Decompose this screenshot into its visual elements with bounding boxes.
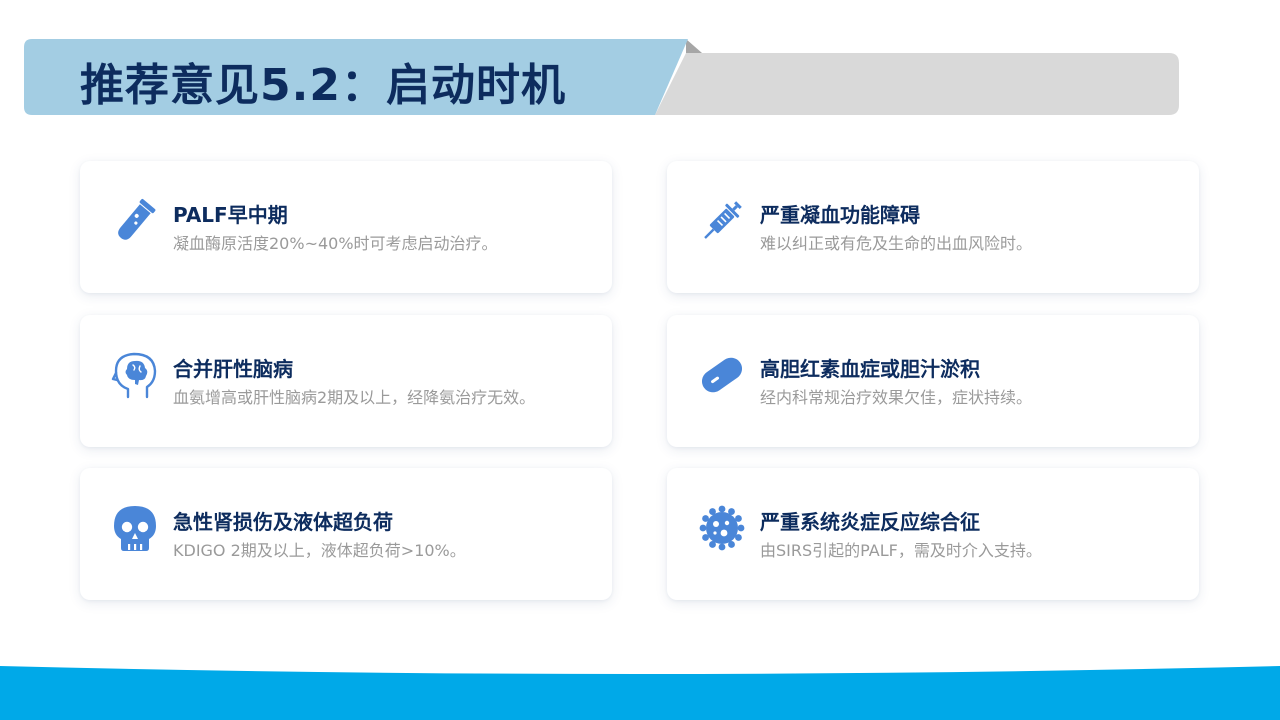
virus-icon: [697, 502, 747, 554]
test-tube-icon: [110, 195, 160, 247]
pill-icon: [697, 349, 747, 401]
card-title: 合并肝性脑病: [173, 357, 293, 381]
page-title: 推荐意见5.2：启动时机: [80, 60, 566, 111]
card-coagulation: 严重凝血功能障碍 难以纠正或有危及生命的出血风险时。: [667, 161, 1199, 293]
card-sirs: 严重系统炎症反应综合征 由SIRS引起的PALF，需及时介入支持。: [667, 468, 1199, 600]
card-desc: 凝血酶原活度20%~40%时可考虑启动治疗。: [173, 234, 498, 253]
card-palf-early: PALF早中期 凝血酶原活度20%~40%时可考虑启动治疗。: [80, 161, 612, 293]
card-hepatic-encephalopathy: 合并肝性脑病 血氨增高或肝性脑病2期及以上，经降氨治疗无效。: [80, 315, 612, 447]
card-acute-kidney-injury: 急性肾损伤及液体超负荷 KDIGO 2期及以上，液体超负荷>10%。: [80, 468, 612, 600]
card-desc: 难以纠正或有危及生命的出血风险时。: [760, 234, 1033, 253]
card-title: PALF早中期: [173, 203, 288, 227]
syringe-icon: [697, 195, 747, 247]
brain-head-icon: [110, 349, 160, 401]
skull-icon: [110, 502, 160, 554]
card-title: 严重系统炎症反应综合征: [760, 510, 980, 534]
card-title: 严重凝血功能障碍: [760, 203, 920, 227]
card-desc: KDIGO 2期及以上，液体超负荷>10%。: [173, 541, 466, 560]
slide: 推荐意见5.2：启动时机 PALF早中期 凝血酶原活度20%~40%时可考虑启动…: [0, 0, 1280, 720]
card-desc: 血氨增高或肝性脑病2期及以上，经降氨治疗无效。: [173, 388, 536, 407]
card-desc: 由SIRS引起的PALF，需及时介入支持。: [760, 541, 1042, 560]
card-title: 急性肾损伤及液体超负荷: [173, 510, 393, 534]
title-banner: 推荐意见5.2：启动时机: [0, 0, 1280, 130]
card-hyperbilirubinemia: 高胆红素血症或胆汁淤积 经内科常规治疗效果欠佳，症状持续。: [667, 315, 1199, 447]
card-title: 高胆红素血症或胆汁淤积: [760, 357, 980, 381]
card-desc: 经内科常规治疗效果欠佳，症状持续。: [760, 388, 1033, 407]
bottom-wave-decoration: [0, 666, 1280, 720]
